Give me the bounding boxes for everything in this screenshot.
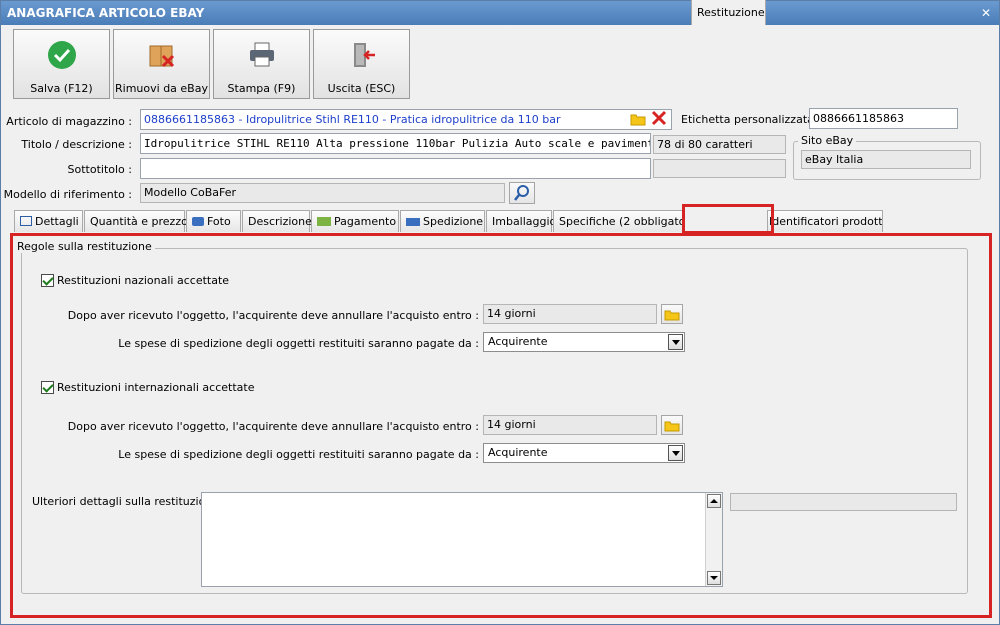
print-button[interactable]: Stampa (F9) [213,29,310,99]
folder-icon [664,310,680,321]
window-title: ANAGRAFICA ARTICOLO EBAY [7,6,205,20]
national-shipping-value: Acquirente [488,335,548,348]
articolo-field[interactable]: 0886661185863 - Idropulitrice Stihl RE11… [140,109,672,130]
truck-icon [406,218,420,226]
tab-descrizione-label: Descrizione [248,215,312,228]
titolo-value: Idropulitrice STIHL RE110 Alta pressione… [144,137,651,150]
tab-restituzione-label: Restituzione [697,6,765,19]
details-textarea[interactable] [201,492,723,587]
sottotitolo-counter [653,159,786,178]
tab-descrizione[interactable]: Descrizione [242,210,312,232]
camera-icon [192,217,204,226]
international-days-field[interactable]: 14 giorni [483,415,657,435]
folder-icon[interactable] [630,112,646,126]
checkmark-icon [48,41,76,69]
tab-restituzione[interactable]: Restituzione [691,0,766,25]
scroll-down-icon[interactable] [707,571,721,585]
details-scrollbar[interactable] [705,493,722,586]
folder-icon [664,421,680,432]
remove-label: Rimuovi da eBay [115,82,208,95]
printer-icon [250,42,274,67]
tab-specifiche-label: Specifiche (2 obbligatorie [559,215,685,228]
chevron-down-icon[interactable] [668,445,683,461]
exit-door-icon [354,43,375,67]
chevron-down-icon[interactable] [668,334,683,350]
clear-icon[interactable] [651,110,667,126]
exit-button[interactable]: Uscita (ESC) [313,29,410,99]
sottotitolo-field[interactable] [140,158,651,179]
tab-imballaggio-label: Imballaggio [492,215,557,228]
international-days-button[interactable] [661,415,683,435]
national-days-value: 14 giorni [487,307,536,320]
tab-foto[interactable]: Foto [186,210,241,232]
international-returns-label: Restituzioni internazionali accettate [57,381,255,394]
sottotitolo-label: Sottotitolo : [67,163,132,176]
tab-dettagli[interactable]: Dettagli [14,210,83,232]
international-shipping-value: Acquirente [488,446,548,459]
international-days-label: Dopo aver ricevuto l'oggetto, l'acquiren… [67,420,479,433]
tab-dettagli-label: Dettagli [35,215,79,228]
titolo-field[interactable]: Idropulitrice STIHL RE110 Alta pressione… [140,133,651,154]
close-icon[interactable]: ✕ [979,6,993,20]
etichetta-label: Etichetta personalizzata : [681,113,822,126]
national-days-field[interactable]: 14 giorni [483,304,657,324]
sito-ebay-field: eBay Italia [801,150,971,169]
national-shipping-select[interactable]: Acquirente [483,332,685,352]
articolo-label: Articolo di magazzino : [6,115,132,128]
tab-identificatori-label: Identificatori prodotto [769,215,883,228]
money-icon [317,217,331,226]
details-label: Ulteriori dettagli sulla restituzione : [32,495,227,508]
tab-quantita-label: Quantità e prezzo [90,215,188,228]
tab-pagamento[interactable]: Pagamento [311,210,399,232]
return-rules-title: Regole sulla restituzione [14,240,155,253]
national-days-label: Dopo aver ricevuto l'oggetto, l'acquiren… [67,309,479,322]
titolo-label: Titolo / descrizione : [21,138,132,151]
tab-specifiche[interactable]: Specifiche (2 obbligatorie [553,210,685,232]
modello-value: Modello CoBaFer [144,186,237,199]
tab-foto-label: Foto [207,215,231,228]
tab-pagamento-label: Pagamento [334,215,397,228]
exit-label: Uscita (ESC) [327,82,396,95]
titolo-counter: 78 di 80 caratteri [653,135,786,154]
search-icon [514,185,529,201]
print-label: Stampa (F9) [227,82,296,95]
tab-imballaggio[interactable]: Imballaggio [486,210,556,232]
etichetta-field[interactable]: 0886661185863 [809,108,958,129]
sito-ebay-title: Sito eBay [798,134,857,147]
modello-field: Modello CoBaFer [140,183,505,203]
active-tab-highlight [682,204,774,234]
international-days-value: 14 giorni [487,418,536,431]
save-button[interactable]: Salva (F12) [13,29,110,99]
save-label: Salva (F12) [30,82,93,95]
titolo-counter-text: 78 di 80 caratteri [657,138,753,151]
etichetta-value: 0886661185863 [813,112,904,125]
articolo-value: 0886661185863 - Idropulitrice Stihl RE11… [144,113,561,126]
modello-label: Modello di riferimento : [3,188,132,201]
remove-from-ebay-button[interactable]: Rimuovi da eBay [113,29,210,99]
tab-quantita-prezzo[interactable]: Quantità e prezzo [84,210,188,232]
tab-spedizione-label: Spedizione [423,215,484,228]
tab-identificatori[interactable]: Identificatori prodotto [767,210,883,232]
international-returns-checkbox[interactable] [41,381,54,394]
grid-icon [20,216,32,226]
national-shipping-label: Le spese di spedizione degli oggetti res… [118,337,479,350]
search-model-button[interactable] [509,182,535,204]
scroll-up-icon[interactable] [707,494,721,508]
sito-ebay-value: eBay Italia [805,153,864,166]
national-days-button[interactable] [661,304,683,324]
national-returns-label: Restituzioni nazionali accettate [57,274,230,287]
title-bar: ANAGRAFICA ARTICOLO EBAY ✕ [1,1,999,25]
international-shipping-label: Le spese di spedizione degli oggetti res… [118,448,479,461]
international-shipping-select[interactable]: Acquirente [483,443,685,463]
tab-spedizione[interactable]: Spedizione [400,210,485,232]
details-counter [730,493,957,511]
national-returns-checkbox[interactable] [41,274,54,287]
box-remove-icon [149,45,175,68]
window: ANAGRAFICA ARTICOLO EBAY ✕ Salva (F12) R… [0,0,1000,625]
